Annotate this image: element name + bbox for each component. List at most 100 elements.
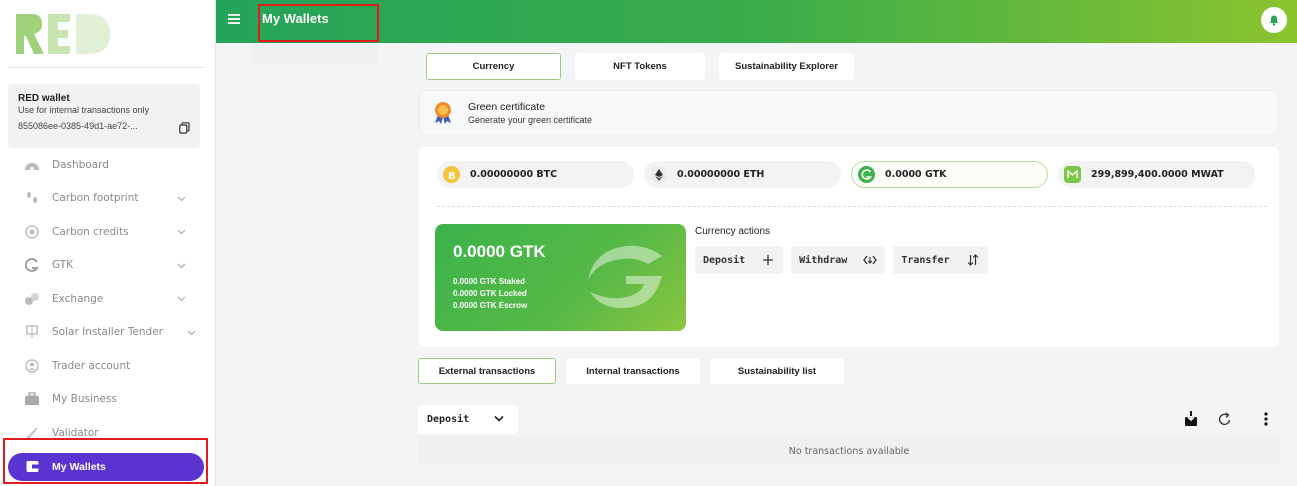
dashboard-icon <box>24 157 40 173</box>
withdraw-icon <box>863 254 878 266</box>
download-icon <box>1185 411 1197 426</box>
credits-icon <box>24 224 40 240</box>
gtk-balance-card: 0.0000 GTK 0.0000 GTK Staked 0.0000 GTK … <box>435 224 686 331</box>
sidebar-item-label: Exchange <box>52 292 104 305</box>
more-options-button[interactable] <box>1255 407 1277 431</box>
balance-value: 0.00000000 BTC <box>470 169 558 180</box>
tab-sustainability-list[interactable]: Sustainability list <box>710 358 844 384</box>
footprint-icon <box>24 190 40 206</box>
currency-actions: Deposit Withdraw Transfer <box>695 246 988 274</box>
sidebar-item-label: Trader account <box>52 359 131 372</box>
sidebar-item-label: Carbon credits <box>52 225 129 238</box>
transaction-tabs: External transactions Internal transacti… <box>418 358 844 384</box>
gtk-staked: 0.0000 GTK Staked <box>453 277 526 286</box>
gtk-amount: 0.0000 GTK <box>453 242 546 261</box>
chevron-down-icon <box>177 196 186 201</box>
svg-text:B: B <box>448 171 456 180</box>
mwat-icon <box>1064 166 1081 183</box>
menu-icon[interactable] <box>228 14 240 24</box>
withdraw-label: Withdraw <box>799 254 848 266</box>
divider <box>437 206 1267 207</box>
gtk-escrow: 0.0000 GTK Escrow <box>453 301 528 310</box>
wallet-card[interactable]: RED wallet Use for internal transactions… <box>8 84 200 148</box>
sidebar-item-exchange[interactable]: Exchange <box>8 282 204 316</box>
highlight-box <box>3 438 208 484</box>
wallet-subtitle: Use for internal transactions only <box>18 105 150 115</box>
refresh-button[interactable] <box>1214 407 1236 431</box>
divider <box>8 67 204 68</box>
bitcoin-icon: B <box>443 166 460 183</box>
tab-currency[interactable]: Currency <box>426 53 561 80</box>
sidebar-item-dashboard[interactable]: Dashboard <box>8 148 204 182</box>
withdraw-button[interactable]: Withdraw <box>791 246 886 274</box>
sidebar-item-carbon-credits[interactable]: Carbon credits <box>8 215 204 249</box>
exchange-icon <box>24 291 40 307</box>
sidebar: RED wallet Use for internal transactions… <box>0 0 216 486</box>
sidebar-nav: Dashboard Carbon footprint Carbon credit… <box>8 148 204 481</box>
select-value: Deposit <box>427 414 470 425</box>
gtk-coin-icon <box>858 166 875 183</box>
sidebar-item-label: Validator <box>52 426 99 439</box>
chevron-down-icon <box>177 263 186 268</box>
currency-actions-title: Currency actions <box>695 226 771 237</box>
sidebar-item-label: Solar Installer Tender <box>52 326 164 339</box>
deposit-label: Deposit <box>703 254 746 266</box>
sidebar-item-solar-installer-tender[interactable]: Solar Installer Tender <box>8 316 204 350</box>
chevron-down-icon <box>177 229 186 235</box>
gtk-locked: 0.0000 GTK Locked <box>453 289 527 298</box>
ethereum-icon <box>650 166 667 183</box>
chevron-down-icon <box>494 415 504 422</box>
balance-mwat[interactable]: 299,899,400.0000 MWAT <box>1058 161 1255 188</box>
balance-gtk[interactable]: 0.0000 GTK <box>851 161 1048 188</box>
plus-icon <box>761 254 775 266</box>
tab-external-transactions[interactable]: External transactions <box>418 358 556 384</box>
title-tab-shadow <box>252 43 378 63</box>
download-button[interactable] <box>1180 407 1202 431</box>
balance-btc[interactable]: B 0.00000000 BTC <box>437 161 634 188</box>
transfer-label: Transfer <box>901 254 950 266</box>
deposit-button[interactable]: Deposit <box>695 246 784 274</box>
sidebar-item-label: My Business <box>52 393 117 406</box>
chevron-down-icon <box>177 296 186 302</box>
red-logo[interactable] <box>14 8 124 56</box>
balance-eth[interactable]: 0.00000000 ETH <box>644 161 841 188</box>
swap-vertical-icon <box>966 254 980 266</box>
solar-panel-icon <box>24 324 40 340</box>
balance-value: 0.00000000 ETH <box>677 169 765 180</box>
briefcase-icon <box>24 391 40 407</box>
tab-internal-transactions[interactable]: Internal transactions <box>566 358 700 384</box>
highlight-box <box>258 4 379 42</box>
app: RED wallet Use for internal transactions… <box>0 0 1297 486</box>
sidebar-item-gtk[interactable]: GTK <box>8 249 204 283</box>
wallet-tabs: Currency NFT Tokens Sustainability Explo… <box>426 53 854 80</box>
sidebar-item-carbon-footprint[interactable]: Carbon footprint <box>8 182 204 216</box>
balance-value: 299,899,400.0000 MWAT <box>1091 169 1224 180</box>
certificate-title: Green certificate <box>468 101 546 113</box>
sidebar-item-trader-account[interactable]: Trader account <box>8 349 204 383</box>
balance-value: 0.0000 GTK <box>885 169 947 180</box>
copy-icon[interactable] <box>179 122 190 134</box>
transaction-type-select[interactable]: Deposit <box>418 405 518 434</box>
refresh-icon <box>1218 412 1231 425</box>
bell-icon <box>1270 15 1278 26</box>
tab-sustainability-explorer[interactable]: Sustainability Explorer <box>719 53 854 80</box>
wallet-id: 855086ee-0385-49d1-ae72-... <box>18 121 138 131</box>
chevron-down-icon <box>187 330 196 335</box>
balance-list: B 0.00000000 BTC 0.00000000 ETH 0.0000 G… <box>437 161 1255 188</box>
green-certificate-card[interactable]: Green certificate Generate your green ce… <box>419 90 1279 135</box>
certificate-subtitle: Generate your green certificate <box>468 115 593 125</box>
tab-nft-tokens[interactable]: NFT Tokens <box>575 53 705 80</box>
wallet-title: RED wallet <box>18 93 70 104</box>
notifications-button[interactable] <box>1261 7 1287 33</box>
sidebar-item-label: Carbon footprint <box>52 192 139 205</box>
sidebar-item-label: GTK <box>52 259 74 272</box>
more-vertical-icon <box>1264 412 1268 426</box>
trader-icon <box>24 358 40 374</box>
gtk-logo-watermark <box>588 245 662 309</box>
certificate-badge-icon <box>435 102 451 124</box>
sidebar-item-my-business[interactable]: My Business <box>8 383 204 417</box>
sidebar-item-label: Dashboard <box>52 158 109 171</box>
transfer-button[interactable]: Transfer <box>893 246 988 274</box>
gtk-icon <box>24 257 40 273</box>
currency-panel: B 0.00000000 BTC 0.00000000 ETH 0.0000 G… <box>419 147 1279 347</box>
